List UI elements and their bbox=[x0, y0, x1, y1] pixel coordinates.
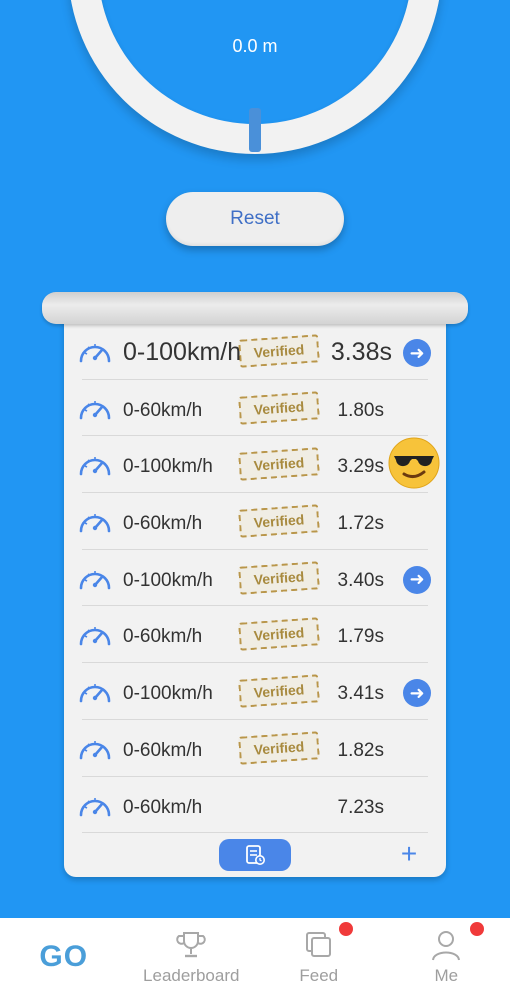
speedometer-icon bbox=[79, 627, 111, 646]
nav-me[interactable]: Me bbox=[383, 918, 510, 998]
record-time: 1.72s bbox=[337, 513, 384, 535]
arrow-right-icon[interactable]: ➜ bbox=[403, 679, 431, 708]
record-row[interactable]: 0-60km/h Verified 1.79s bbox=[79, 606, 428, 664]
history-button[interactable] bbox=[219, 839, 291, 871]
verified-stamp: Verified bbox=[238, 504, 320, 538]
record-label: 0-60km/h bbox=[123, 513, 203, 535]
nav-go[interactable]: GO bbox=[0, 918, 128, 998]
reset-button[interactable]: Reset bbox=[166, 192, 344, 246]
sunglasses-emoji-icon bbox=[388, 437, 440, 489]
nav-go-label: GO bbox=[39, 940, 89, 973]
add-record-button[interactable]: + bbox=[396, 840, 422, 868]
verified-stamp: Verified bbox=[238, 560, 320, 595]
verified-stamp: Verified bbox=[238, 617, 320, 652]
record-label: 0-100km/h bbox=[123, 569, 213, 591]
scroll-roll bbox=[42, 292, 468, 324]
record-row[interactable]: 0-60km/h 7.23s bbox=[79, 777, 428, 834]
nav-feed-label: Feed bbox=[299, 966, 339, 985]
verified-stamp: Verified bbox=[238, 447, 320, 482]
history-icon bbox=[246, 845, 265, 865]
record-row[interactable]: 0-100km/h Verified 3.41s ➜ bbox=[79, 663, 431, 720]
speedometer-icon bbox=[79, 684, 111, 703]
record-row[interactable]: 0-60km/h Verified 1.80s bbox=[79, 380, 428, 437]
nav-me-label: Me bbox=[434, 966, 459, 985]
record-label: 0-60km/h bbox=[123, 796, 203, 818]
record-row[interactable]: 0-100km/h Verified 3.40s ➜ bbox=[79, 550, 431, 607]
nav-feed[interactable]: Feed bbox=[255, 918, 383, 998]
record-time: 3.41s bbox=[337, 683, 384, 705]
record-time: 3.40s bbox=[337, 569, 384, 591]
record-time: 7.23s bbox=[337, 796, 384, 818]
record-time: 1.80s bbox=[337, 399, 384, 421]
arrow-right-icon[interactable]: ➜ bbox=[403, 565, 431, 594]
nav-leaderboard[interactable]: Leaderboard bbox=[128, 918, 256, 998]
record-time: 3.29s bbox=[337, 456, 384, 478]
record-row[interactable]: 0-100km/h Verified 3.38s ➜ bbox=[79, 323, 431, 380]
record-label: 0-60km/h bbox=[123, 739, 203, 761]
record-row[interactable]: 0-60km/h Verified 1.72s bbox=[79, 493, 428, 550]
record-time: 1.82s bbox=[337, 739, 384, 761]
feed-icon bbox=[305, 932, 331, 957]
user-icon bbox=[432, 931, 461, 961]
distance-readout: 0.0 m bbox=[232, 36, 278, 56]
record-row[interactable]: 0-60km/h Verified 1.82s bbox=[79, 720, 428, 777]
record-label: 0-100km/h bbox=[123, 456, 213, 478]
record-time: 3.38s bbox=[330, 338, 392, 366]
record-row[interactable]: 0-100km/h Verified 3.29s bbox=[79, 436, 440, 494]
bottom-navigation: GO Leaderboard Feed Me bbox=[0, 918, 510, 998]
verified-stamp: Verified bbox=[238, 334, 320, 368]
verified-stamp: Verified bbox=[238, 674, 320, 708]
records-list: 0-100km/h Verified 3.38s ➜ 0-60km/h Verified 1… bbox=[79, 323, 440, 834]
speedometer-icon bbox=[79, 570, 111, 590]
speedometer-icon bbox=[79, 457, 111, 476]
verified-stamp: Verified bbox=[238, 731, 320, 765]
speedometer-icon bbox=[79, 514, 111, 533]
trophy-icon bbox=[176, 932, 206, 958]
record-label: 0-60km/h bbox=[123, 399, 203, 421]
verified-stamp: Verified bbox=[238, 390, 320, 425]
nav-leaderboard-label: Leaderboard bbox=[143, 966, 240, 985]
speedometer-icon bbox=[79, 400, 111, 419]
record-label: 0-100km/h bbox=[123, 683, 213, 705]
speedometer-icon bbox=[79, 797, 111, 816]
gauge-needle bbox=[249, 108, 261, 152]
speedometer-icon bbox=[79, 344, 111, 363]
me-notification-badge bbox=[469, 922, 484, 936]
record-label: 0-60km/h bbox=[123, 626, 203, 648]
record-time: 1.79s bbox=[337, 626, 384, 648]
speedometer-icon bbox=[79, 740, 111, 760]
feed-notification-badge bbox=[339, 922, 353, 936]
record-label: 0-100km/h bbox=[123, 338, 242, 366]
arrow-right-icon[interactable]: ➜ bbox=[403, 339, 431, 367]
gauge-center bbox=[98, 0, 412, 124]
